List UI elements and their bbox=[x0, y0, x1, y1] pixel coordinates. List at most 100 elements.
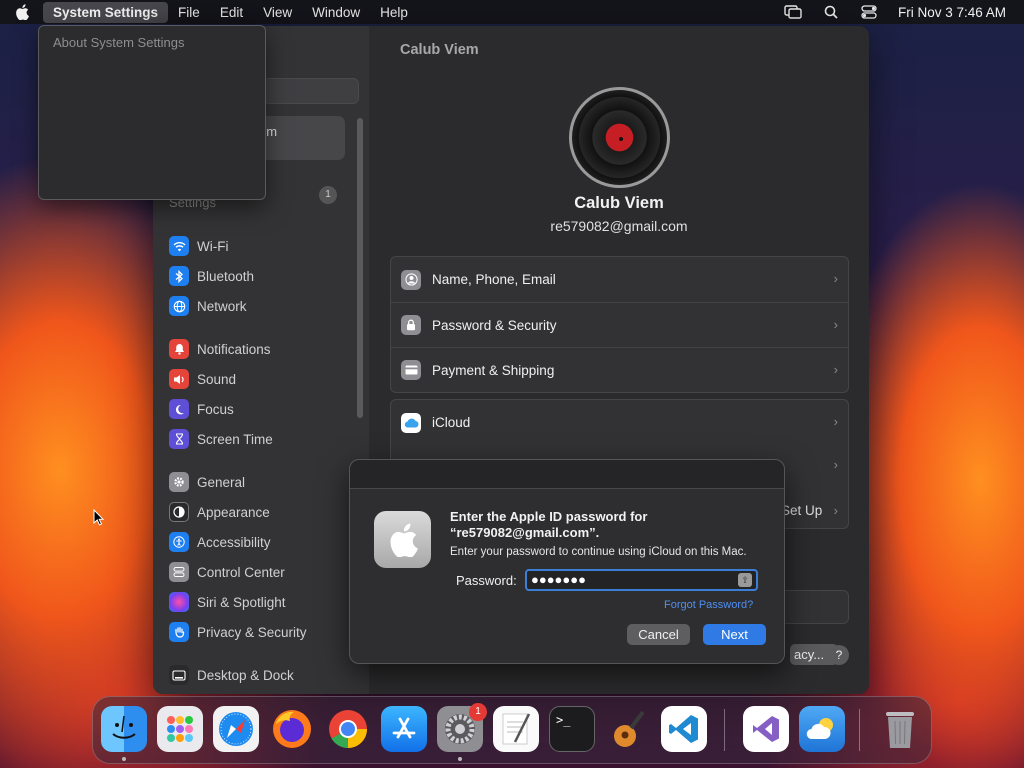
sidebar-item-label: Privacy & Security bbox=[197, 624, 307, 640]
apple-logo-icon bbox=[374, 511, 431, 568]
screen-mirroring-icon[interactable] bbox=[784, 4, 802, 20]
firefox-icon[interactable] bbox=[269, 706, 315, 752]
cancel-button[interactable]: Cancel bbox=[627, 624, 690, 645]
sidebar-item-focus[interactable]: Focus bbox=[169, 394, 359, 424]
menu-view[interactable]: View bbox=[253, 2, 302, 23]
help-button[interactable]: ? bbox=[829, 645, 849, 665]
sidebar-item-wifi[interactable]: Wi-Fi bbox=[169, 231, 359, 261]
sidebar-item-label: Screen Time bbox=[197, 431, 273, 447]
garageband-icon[interactable] bbox=[605, 706, 651, 752]
bluetooth-icon bbox=[169, 266, 189, 286]
dock-icon bbox=[169, 665, 189, 685]
lock-icon bbox=[401, 315, 421, 335]
chevron-right-icon: › bbox=[833, 414, 838, 429]
system-settings-badge: 1 bbox=[469, 703, 487, 721]
menu-help[interactable]: Help bbox=[370, 2, 418, 23]
row-icloud[interactable]: iCloud › bbox=[391, 400, 848, 445]
sidebar-item-label: Sound bbox=[197, 371, 237, 387]
sidebar-item-label: General bbox=[197, 474, 246, 490]
set-up-link[interactable]: Set Up bbox=[781, 503, 822, 518]
sidebar-item-network[interactable]: Network bbox=[169, 291, 359, 321]
dock: 1 >_ bbox=[92, 696, 932, 764]
menu-window[interactable]: Window bbox=[302, 2, 370, 23]
app-menu-dropdown: About System Settings bbox=[38, 25, 266, 200]
sidebar-search-input[interactable] bbox=[263, 78, 359, 104]
sidebar-item-label: Network bbox=[197, 298, 247, 314]
control-center-icon[interactable] bbox=[860, 4, 878, 20]
avatar[interactable] bbox=[569, 87, 670, 188]
sidebar-item-privacy-security[interactable]: Privacy & Security bbox=[169, 617, 359, 647]
sidebar-item-siri-spotlight[interactable]: Siri & Spotlight bbox=[169, 587, 359, 617]
sidebar-item-notifications[interactable]: Notifications bbox=[169, 334, 359, 364]
dock-separator bbox=[859, 709, 860, 751]
weather-icon[interactable] bbox=[799, 706, 845, 752]
sidebar-item-control-center[interactable]: Control Center bbox=[169, 557, 359, 587]
row-name-phone-email[interactable]: Name, Phone, Email › bbox=[391, 257, 848, 302]
dialog-title-line1: Enter the Apple ID password for bbox=[450, 509, 648, 524]
vscode-icon[interactable] bbox=[661, 706, 707, 752]
user-name: Calub Viem bbox=[574, 194, 664, 212]
moon-icon bbox=[169, 399, 189, 419]
dialog-title-bar bbox=[350, 460, 784, 489]
apple-menu-icon[interactable] bbox=[15, 4, 39, 20]
app-store-icon[interactable] bbox=[381, 706, 427, 752]
row-label: Name, Phone, Email bbox=[432, 272, 556, 287]
search-icon[interactable] bbox=[822, 4, 840, 20]
dialog-title-line2: “re579082@gmail.com”. bbox=[450, 525, 600, 540]
sidebar-item-label: Notifications bbox=[197, 341, 271, 357]
visual-studio-icon[interactable] bbox=[743, 706, 789, 752]
textedit-icon[interactable] bbox=[493, 706, 539, 752]
chevron-right-icon: › bbox=[833, 271, 838, 286]
sidebar-item-bluetooth[interactable]: Bluetooth bbox=[169, 261, 359, 291]
menu-system-settings[interactable]: System Settings bbox=[43, 1, 169, 23]
gear-icon bbox=[169, 472, 189, 492]
chrome-icon[interactable] bbox=[325, 706, 371, 752]
finder-running-indicator bbox=[122, 757, 126, 761]
sidebar-item-label: Siri & Spotlight bbox=[197, 594, 286, 610]
safari-icon[interactable] bbox=[213, 706, 259, 752]
forgot-password-link[interactable]: Forgot Password? bbox=[664, 599, 753, 611]
page-title: Calub Viem bbox=[400, 42, 479, 58]
sidebar-item-desktop-dock[interactable]: Desktop & Dock bbox=[169, 660, 359, 690]
sidebar-update-badge: 1 bbox=[319, 186, 337, 204]
next-button[interactable]: Next bbox=[703, 624, 766, 645]
person-icon bbox=[401, 269, 421, 290]
sidebar-list: Wi-Fi Bluetooth Network Notifications So… bbox=[169, 231, 359, 690]
sidebar-item-accessibility[interactable]: Accessibility bbox=[169, 527, 359, 557]
sidebar-item-appearance[interactable]: Appearance bbox=[169, 497, 359, 527]
dialog-subtitle: Enter your password to continue using iC… bbox=[450, 546, 747, 558]
sidebar-item-label: Appearance bbox=[197, 504, 270, 520]
dialog-title: Enter the Apple ID password for “re57908… bbox=[450, 509, 647, 541]
menu-file[interactable]: File bbox=[168, 2, 210, 23]
password-value: ●●●●●●● bbox=[531, 572, 586, 587]
icloud-icon bbox=[401, 412, 421, 433]
launchpad-icon[interactable] bbox=[157, 706, 203, 752]
row-payment-shipping[interactable]: Payment & Shipping › bbox=[391, 347, 848, 392]
sidebar-item-label: Wi-Fi bbox=[197, 238, 229, 254]
chevron-right-icon: › bbox=[833, 317, 838, 332]
speaker-icon bbox=[169, 369, 189, 389]
card-icon bbox=[401, 360, 421, 380]
password-autofill-icon[interactable]: ⇧ bbox=[738, 573, 752, 587]
trash-icon[interactable] bbox=[877, 706, 923, 752]
mouse-cursor-icon bbox=[93, 508, 105, 531]
password-field[interactable]: ●●●●●●● ⇧ bbox=[525, 569, 758, 591]
appearance-icon bbox=[169, 502, 189, 522]
sidebar-item-label: Focus bbox=[197, 401, 234, 417]
sidebar-item-label: Control Center bbox=[197, 564, 285, 580]
hand-icon bbox=[169, 622, 189, 642]
account-settings-group: Name, Phone, Email › Password & Security… bbox=[390, 256, 849, 393]
sidebar-item-sound[interactable]: Sound bbox=[169, 364, 359, 394]
sidebar-item-general[interactable]: General bbox=[169, 467, 359, 497]
terminal-icon[interactable]: >_ bbox=[549, 706, 595, 752]
menu-item-about[interactable]: About System Settings bbox=[53, 35, 185, 50]
finder-icon[interactable] bbox=[101, 706, 147, 752]
menu-edit[interactable]: Edit bbox=[210, 2, 253, 23]
menu-bar-clock[interactable]: Fri Nov 3 7:46 AM bbox=[898, 5, 1006, 20]
dock-separator bbox=[724, 709, 725, 751]
menu-bar: System Settings File Edit View Window He… bbox=[0, 0, 1024, 24]
hourglass-icon bbox=[169, 429, 189, 449]
control-center-icon bbox=[169, 562, 189, 582]
row-password-security[interactable]: Password & Security › bbox=[391, 302, 848, 347]
sidebar-item-screen-time[interactable]: Screen Time bbox=[169, 424, 359, 454]
